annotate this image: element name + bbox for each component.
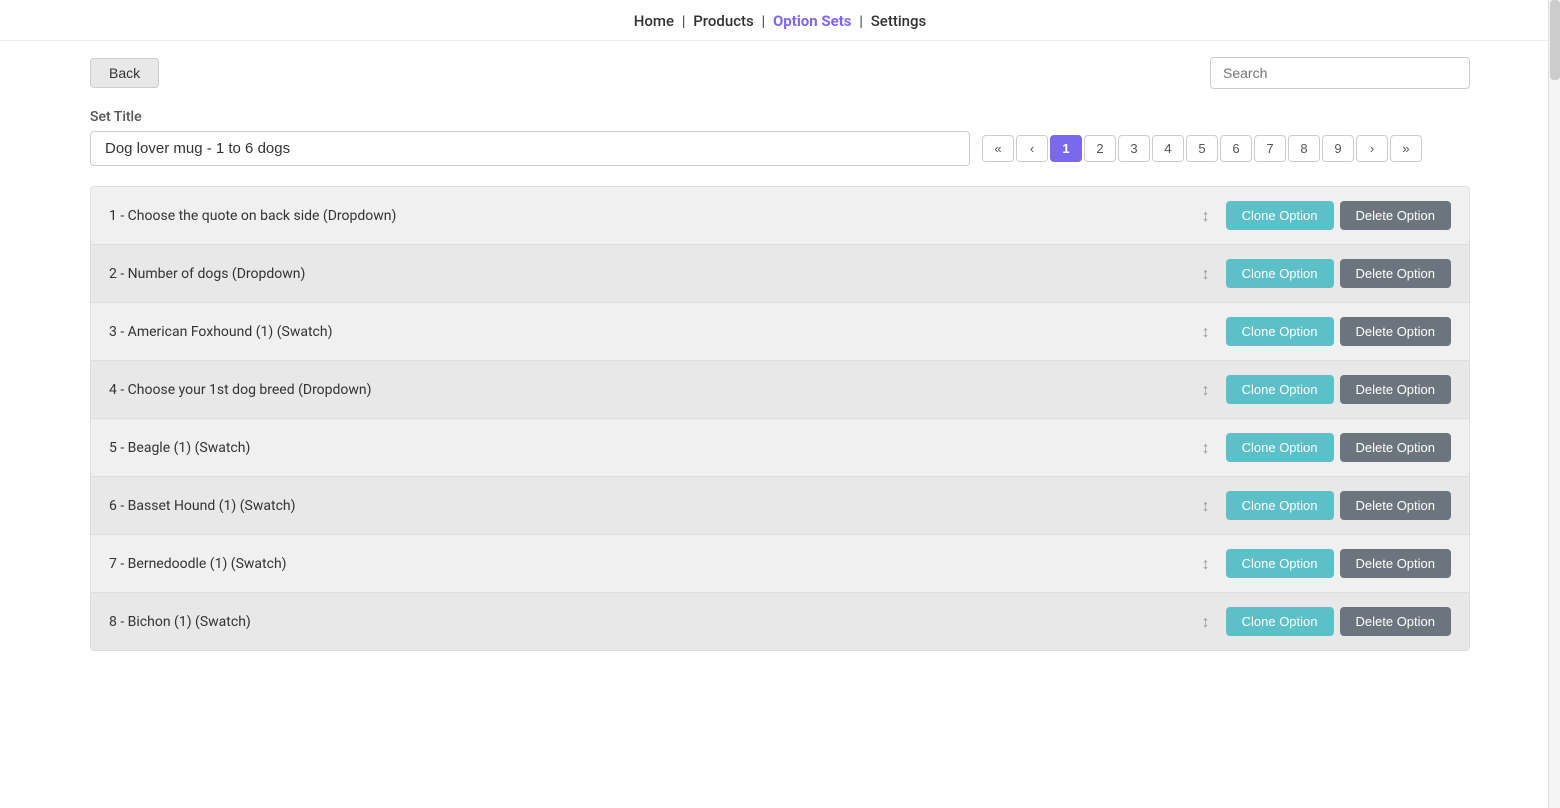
option-label: 2 - Number of dogs (Dropdown)	[109, 266, 1202, 282]
table-row: 2 - Number of dogs (Dropdown)↕ Clone Opti…	[91, 245, 1469, 303]
nav-sep-2: |	[762, 12, 766, 30]
sort-icon[interactable]: ↕	[1202, 554, 1210, 574]
clone-option-button[interactable]: Clone Option	[1226, 433, 1334, 462]
delete-option-button[interactable]: Delete Option	[1340, 375, 1452, 404]
scrollbar-track[interactable]	[1548, 0, 1560, 808]
pagination-page-7[interactable]: 7	[1254, 135, 1286, 162]
main-container: Back Set Title « ‹ 1 2 3 4 5 6 7 8 9 › »…	[50, 41, 1510, 667]
clone-option-button[interactable]: Clone Option	[1226, 201, 1334, 230]
table-row: 1 - Choose the quote on back side (Dropd…	[91, 187, 1469, 245]
search-input[interactable]	[1210, 57, 1470, 89]
delete-option-button[interactable]: Delete Option	[1340, 491, 1452, 520]
nav-settings[interactable]: Settings	[871, 12, 927, 30]
sort-icon[interactable]: ↕	[1202, 206, 1210, 226]
pagination-page-6[interactable]: 6	[1220, 135, 1252, 162]
set-title-row: « ‹ 1 2 3 4 5 6 7 8 9 › »	[90, 131, 1470, 166]
pagination-page-1[interactable]: 1	[1050, 135, 1082, 162]
nav-products[interactable]: Products	[693, 12, 754, 30]
table-row: 8 - Bichon (1) (Swatch)↕ Clone OptionDele…	[91, 593, 1469, 650]
delete-option-button[interactable]: Delete Option	[1340, 549, 1452, 578]
delete-option-button[interactable]: Delete Option	[1340, 433, 1452, 462]
pagination-page-9[interactable]: 9	[1322, 135, 1354, 162]
option-label: 1 - Choose the quote on back side (Dropd…	[109, 208, 1202, 224]
pagination-prev[interactable]: ‹	[1016, 135, 1048, 162]
option-label: 5 - Beagle (1) (Swatch)	[109, 440, 1202, 456]
pagination: « ‹ 1 2 3 4 5 6 7 8 9 › »	[982, 135, 1422, 162]
scrollbar-thumb[interactable]	[1550, 0, 1560, 80]
table-row: 3 - American Foxhound (1) (Swatch)↕ Clone…	[91, 303, 1469, 361]
sort-icon[interactable]: ↕	[1202, 496, 1210, 516]
pagination-page-5[interactable]: 5	[1186, 135, 1218, 162]
option-label: 6 - Basset Hound (1) (Swatch)	[109, 498, 1202, 514]
clone-option-button[interactable]: Clone Option	[1226, 607, 1334, 636]
table-row: 6 - Basset Hound (1) (Swatch)↕ Clone Opti…	[91, 477, 1469, 535]
delete-option-button[interactable]: Delete Option	[1340, 607, 1452, 636]
pagination-page-4[interactable]: 4	[1152, 135, 1184, 162]
table-row: 7 - Bernedoodle (1) (Swatch)↕ Clone Optio…	[91, 535, 1469, 593]
delete-option-button[interactable]: Delete Option	[1340, 201, 1452, 230]
pagination-page-8[interactable]: 8	[1288, 135, 1320, 162]
sort-icon[interactable]: ↕	[1202, 612, 1210, 632]
nav-option-sets[interactable]: Option Sets	[773, 12, 852, 30]
nav-home[interactable]: Home	[634, 12, 674, 30]
pagination-page-3[interactable]: 3	[1118, 135, 1150, 162]
pagination-next[interactable]: ›	[1356, 135, 1388, 162]
clone-option-button[interactable]: Clone Option	[1226, 549, 1334, 578]
delete-option-button[interactable]: Delete Option	[1340, 259, 1452, 288]
option-label: 4 - Choose your 1st dog breed (Dropdown)	[109, 382, 1202, 398]
option-label: 7 - Bernedoodle (1) (Swatch)	[109, 556, 1202, 572]
back-button[interactable]: Back	[90, 58, 159, 88]
pagination-last[interactable]: »	[1390, 135, 1422, 162]
clone-option-button[interactable]: Clone Option	[1226, 375, 1334, 404]
set-title-label: Set Title	[90, 109, 1470, 125]
table-row: 4 - Choose your 1st dog breed (Dropdown)…	[91, 361, 1469, 419]
options-list: 1 - Choose the quote on back side (Dropd…	[90, 186, 1470, 651]
table-row: 5 - Beagle (1) (Swatch)↕ Clone OptionDele…	[91, 419, 1469, 477]
nav-sep-1: |	[682, 12, 686, 30]
clone-option-button[interactable]: Clone Option	[1226, 317, 1334, 346]
option-label: 8 - Bichon (1) (Swatch)	[109, 614, 1202, 630]
sort-icon[interactable]: ↕	[1202, 264, 1210, 284]
top-navigation: Home | Products | Option Sets | Settings	[0, 0, 1560, 41]
nav-sep-3: |	[859, 12, 863, 30]
sort-icon[interactable]: ↕	[1202, 380, 1210, 400]
option-label: 3 - American Foxhound (1) (Swatch)	[109, 324, 1202, 340]
clone-option-button[interactable]: Clone Option	[1226, 491, 1334, 520]
sort-icon[interactable]: ↕	[1202, 438, 1210, 458]
pagination-first[interactable]: «	[982, 135, 1014, 162]
delete-option-button[interactable]: Delete Option	[1340, 317, 1452, 346]
clone-option-button[interactable]: Clone Option	[1226, 259, 1334, 288]
set-title-input[interactable]	[90, 131, 970, 166]
sort-icon[interactable]: ↕	[1202, 322, 1210, 342]
toolbar: Back	[90, 57, 1470, 89]
pagination-page-2[interactable]: 2	[1084, 135, 1116, 162]
